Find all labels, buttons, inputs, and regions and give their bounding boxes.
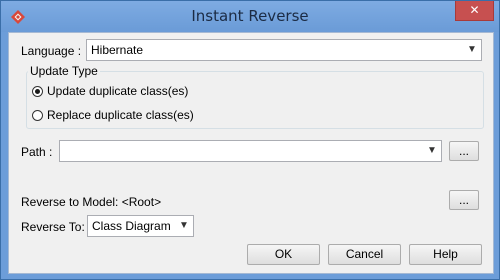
replace-duplicate-radio-option[interactable]: Replace duplicate class(es): [32, 108, 232, 124]
update-type-title: Update Type: [28, 64, 100, 78]
update-duplicate-radio[interactable]: [32, 86, 43, 97]
language-label: Language :: [21, 44, 82, 58]
dialog-title: Instant Reverse: [191, 7, 309, 25]
dialog-window: Instant Reverse ✕ Language : Hibernate ▼…: [0, 0, 500, 280]
update-duplicate-label: Update duplicate class(es): [47, 84, 189, 98]
replace-duplicate-radio[interactable]: [32, 110, 43, 121]
help-button[interactable]: Help: [409, 244, 482, 265]
language-value: Hibernate: [91, 43, 144, 57]
update-duplicate-radio-option[interactable]: Update duplicate class(es): [32, 84, 232, 100]
cancel-button[interactable]: Cancel: [328, 244, 401, 265]
model-browse-button[interactable]: ...: [449, 190, 479, 210]
chevron-down-icon: ▼: [427, 145, 437, 156]
reverse-to-model-label: Reverse to Model: <Root>: [21, 195, 162, 209]
close-button[interactable]: ✕: [455, 1, 494, 21]
ok-button[interactable]: OK: [247, 244, 320, 265]
chevron-down-icon: ▼: [467, 44, 477, 55]
replace-duplicate-label: Replace duplicate class(es): [47, 108, 194, 122]
radio-selected-dot: [35, 89, 40, 94]
chevron-down-icon: ▼: [179, 220, 189, 231]
path-label: Path :: [21, 145, 53, 159]
path-browse-button[interactable]: ...: [449, 141, 479, 161]
reverse-to-value: Class Diagram: [92, 219, 171, 233]
path-input[interactable]: ▼: [59, 140, 442, 162]
reverse-to-select[interactable]: Class Diagram ▼: [87, 215, 194, 237]
reverse-to-label: Reverse To:: [21, 220, 85, 234]
language-select[interactable]: Hibernate ▼: [86, 39, 482, 61]
close-icon: ✕: [469, 3, 480, 17]
dialog-body: Language : Hibernate ▼ Update Type Updat…: [8, 32, 494, 274]
title-bar[interactable]: Instant Reverse ✕: [1, 1, 499, 32]
